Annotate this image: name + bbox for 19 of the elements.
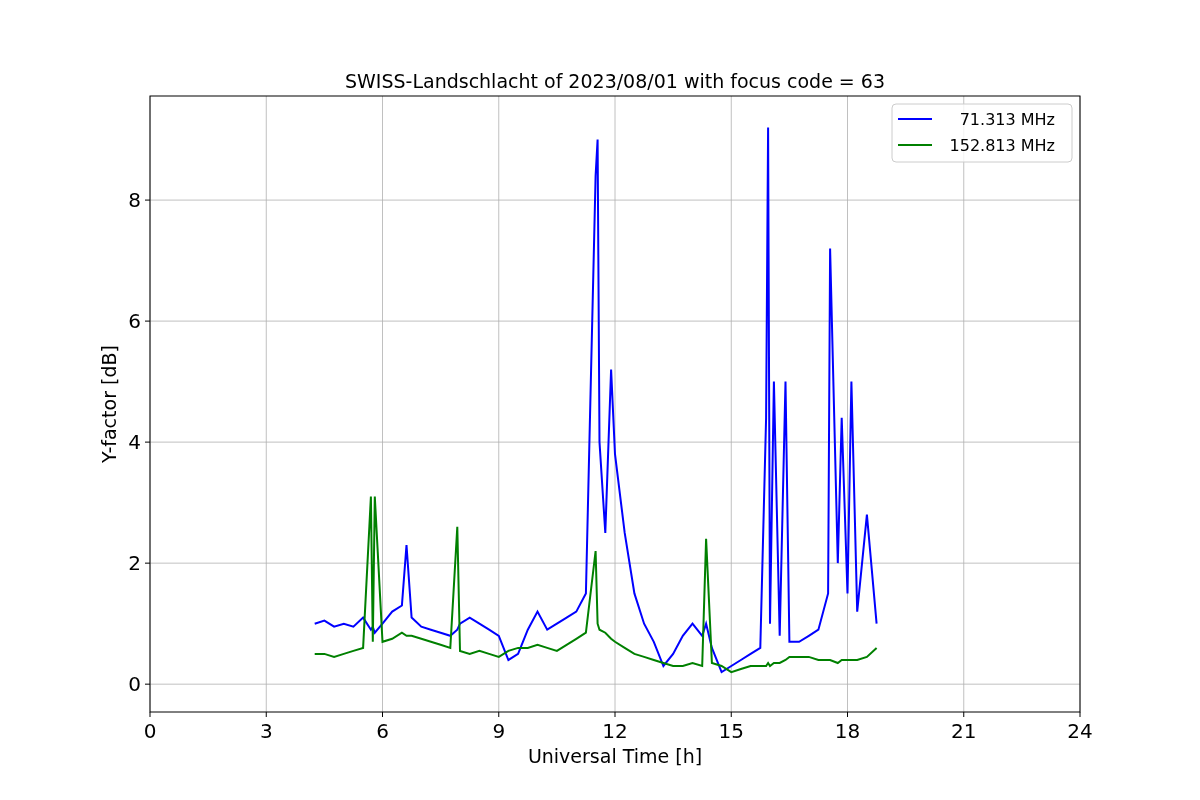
y-tick-label: 2 [128, 551, 141, 576]
y-tick-label: 8 [128, 188, 141, 213]
chart-title: SWISS-Landschlacht of 2023/08/01 with focus code = 63 [345, 70, 885, 92]
y-tick-label: 4 [128, 430, 141, 455]
x-tick-label: 21 [951, 719, 977, 743]
x-tick-label: 15 [718, 719, 744, 743]
x-tick-label: 6 [376, 719, 389, 743]
y-tick-label: 0 [128, 672, 141, 697]
x-tick-label: 18 [834, 719, 861, 743]
x-axis-label: Universal Time [h] [527, 745, 703, 767]
x-tick-label: 3 [259, 719, 273, 743]
x-tick-label: 24 [1067, 719, 1093, 743]
y-axis-label: Y-factor [dB] [98, 345, 120, 463]
x-tick-label: 9 [492, 719, 506, 743]
x-tick-label: 12 [602, 719, 628, 743]
x-tick-label: 0 [143, 719, 157, 743]
y-tick-label: 6 [128, 309, 141, 334]
legend-label: 71.313 MHz [959, 110, 1055, 129]
legend-label: 152.813 MHz [949, 136, 1055, 155]
